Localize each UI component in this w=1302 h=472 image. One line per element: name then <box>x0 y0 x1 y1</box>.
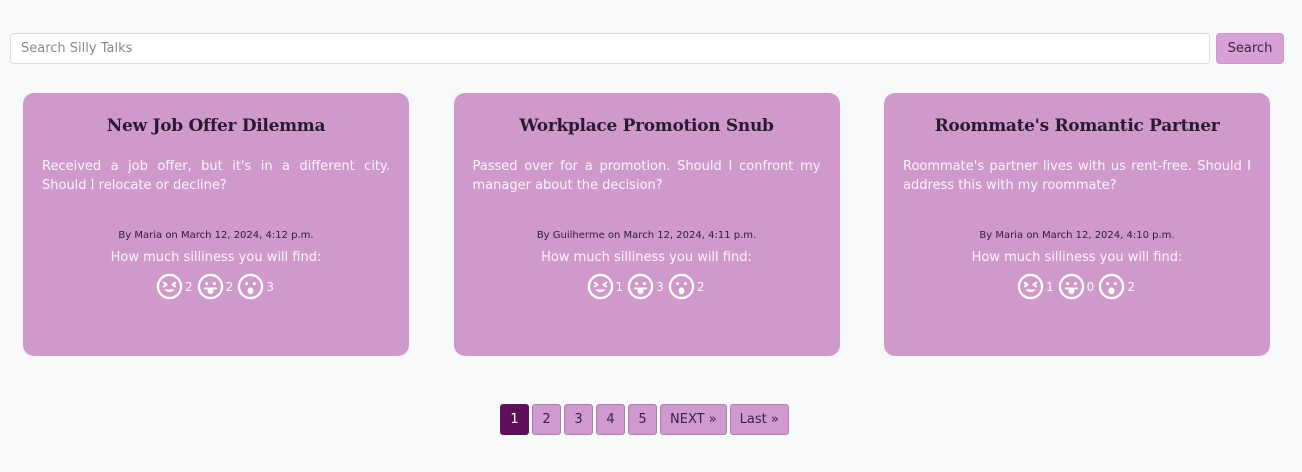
reaction-count: 2 <box>1127 279 1135 294</box>
tongue-face-icon <box>197 273 223 300</box>
reaction-count: 2 <box>185 279 193 294</box>
reaction-count: 0 <box>1086 279 1095 294</box>
search-button[interactable]: Search <box>1216 33 1284 64</box>
page-link-5[interactable]: 5 <box>628 404 657 435</box>
page-link-3[interactable]: 3 <box>564 404 593 435</box>
card-meta: By Maria on March 12, 2024, 4:10 p.m. <box>979 230 1175 241</box>
reaction-count: 2 <box>696 279 705 294</box>
pagination: 1 2 3 4 5 NEXT » Last » <box>500 404 789 435</box>
surprised-face-icon <box>1099 273 1125 300</box>
card-body: Passed over for a promotion. Should I co… <box>472 159 821 193</box>
silliness-label: How much silliness you will find: <box>541 250 752 265</box>
reaction-tongue[interactable]: 0 <box>1058 273 1097 300</box>
laughing-face-icon <box>156 273 183 300</box>
card-title[interactable]: New Job Offer Dilemma <box>42 116 390 136</box>
silliness-label: How much silliness you will find: <box>110 250 322 265</box>
reaction-laughing[interactable]: 1 <box>1017 273 1056 300</box>
talk-card[interactable]: Roommate's Romantic Partner Roommate's p… <box>884 93 1270 356</box>
reaction-surprised[interactable]: 3 <box>237 273 276 300</box>
reaction-laughing[interactable]: 1 <box>587 273 626 300</box>
surprised-face-icon <box>238 273 264 300</box>
reaction-count: 2 <box>225 279 234 294</box>
talk-cards: New Job Offer Dilemma Received a job off… <box>23 93 1270 356</box>
reaction-count: 3 <box>266 279 274 294</box>
silliness-label: How much silliness you will find: <box>971 250 1183 265</box>
page-link-1[interactable]: 1 <box>500 404 529 435</box>
reaction-surprised[interactable]: 2 <box>668 273 707 300</box>
reaction-count: 1 <box>1046 279 1054 294</box>
page-link-4[interactable]: 4 <box>596 404 625 435</box>
last-page-link[interactable]: Last » <box>729 404 789 435</box>
card-meta: By Guilherme on March 12, 2024, 4:11 p.m… <box>536 230 757 241</box>
talk-card[interactable]: New Job Offer Dilemma Received a job off… <box>23 93 409 356</box>
reaction-count: 3 <box>656 279 664 294</box>
reaction-surprised[interactable]: 2 <box>1098 273 1137 300</box>
reaction-count: 1 <box>615 279 624 294</box>
card-title[interactable]: Workplace Promotion Snub <box>473 116 821 136</box>
reaction-tongue[interactable]: 3 <box>627 273 666 300</box>
reaction-row: 1 0 2 <box>903 273 1251 300</box>
surprised-face-icon <box>668 273 695 300</box>
page-link-2[interactable]: 2 <box>532 404 561 435</box>
search-bar: Search <box>10 33 1284 64</box>
reaction-row: 1 3 2 <box>473 273 821 300</box>
reaction-tongue[interactable]: 2 <box>197 273 236 300</box>
reaction-laughing[interactable]: 2 <box>156 273 195 300</box>
search-input[interactable] <box>10 33 1210 64</box>
tongue-face-icon <box>627 273 654 300</box>
card-meta: By Maria on March 12, 2024, 4:12 p.m. <box>118 230 314 241</box>
talk-card[interactable]: Workplace Promotion Snub Passed over for… <box>453 93 840 356</box>
card-title[interactable]: Roommate's Romantic Partner <box>903 116 1251 136</box>
card-body: Received a job offer, but it's in a diff… <box>42 159 390 193</box>
laughing-face-icon <box>587 273 613 300</box>
reaction-row: 2 2 3 <box>42 273 390 300</box>
laughing-face-icon <box>1017 273 1044 300</box>
card-body: Roommate's partner lives with us rent-fr… <box>903 159 1251 193</box>
next-page-link[interactable]: NEXT » <box>660 404 727 435</box>
tongue-face-icon <box>1058 273 1084 300</box>
